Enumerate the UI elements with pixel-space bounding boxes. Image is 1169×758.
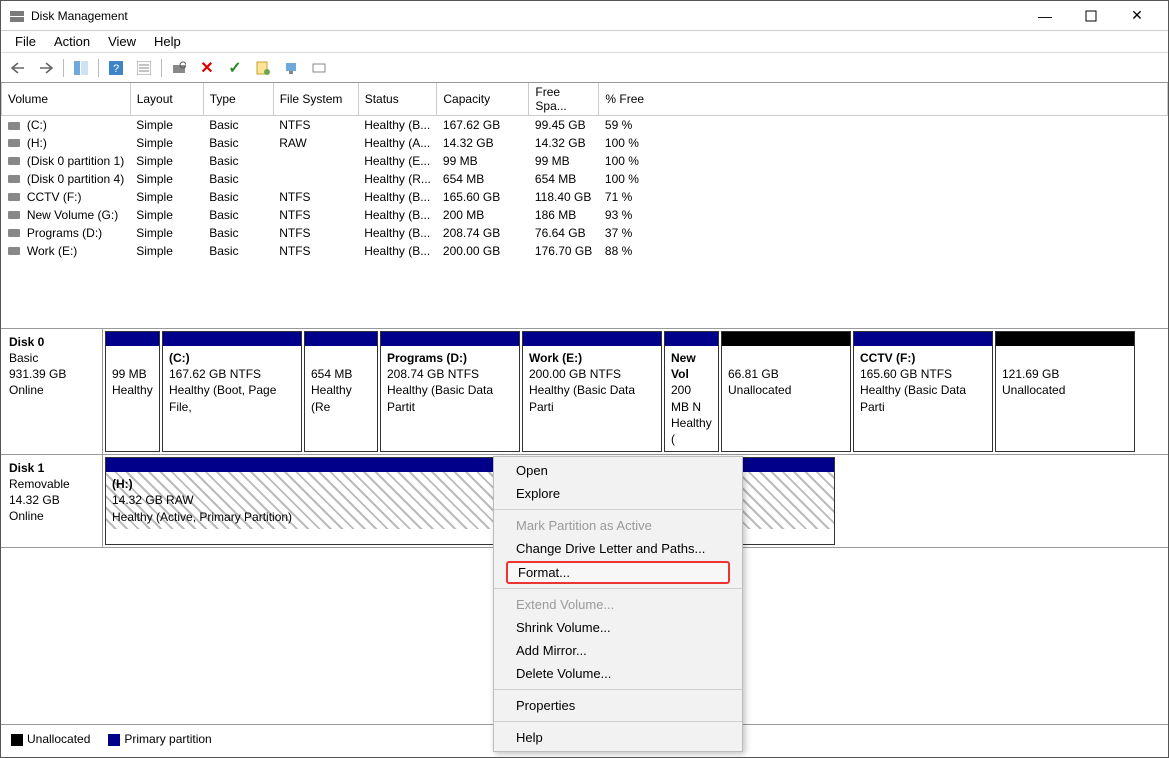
detach-vhd-icon[interactable]: [308, 57, 330, 79]
volume-list[interactable]: Volume Layout Type File System Status Ca…: [1, 83, 1168, 329]
legend-unallocated: Unallocated: [11, 732, 90, 746]
col-type[interactable]: Type: [203, 83, 273, 116]
partition-stripe: [996, 332, 1134, 346]
forward-button[interactable]: [35, 57, 57, 79]
partition-stripe: [665, 332, 718, 346]
minimize-button[interactable]: —: [1022, 1, 1068, 31]
col-capacity[interactable]: Capacity: [437, 83, 529, 116]
cm-properties[interactable]: Properties: [494, 694, 742, 717]
titlebar[interactable]: Disk Management — ✕: [1, 1, 1168, 31]
menu-help[interactable]: Help: [146, 32, 189, 51]
drive-icon: [8, 229, 20, 237]
partition[interactable]: 654 MBHealthy (Re: [304, 331, 378, 452]
app-icon: [9, 8, 25, 24]
check-icon[interactable]: ✓: [224, 57, 246, 79]
partition[interactable]: Work (E:)200.00 GB NTFSHealthy (Basic Da…: [522, 331, 662, 452]
partition-stripe: [523, 332, 661, 346]
partition[interactable]: Programs (D:)208.74 GB NTFSHealthy (Basi…: [380, 331, 520, 452]
cm-add-mirror[interactable]: Add Mirror...: [494, 639, 742, 662]
svg-text:?: ?: [113, 63, 119, 75]
back-button[interactable]: [7, 57, 29, 79]
partition[interactable]: CCTV (F:)165.60 GB NTFSHealthy (Basic Da…: [853, 331, 993, 452]
disk-row-0[interactable]: Disk 0 Basic 931.39 GB Online 99 MBHealt…: [1, 329, 1168, 455]
menu-view[interactable]: View: [100, 32, 144, 51]
volume-row[interactable]: (C:)SimpleBasicNTFSHealthy (B...167.62 G…: [2, 116, 1168, 134]
disk0-info[interactable]: Disk 0 Basic 931.39 GB Online: [1, 329, 103, 454]
cm-sep: [494, 689, 742, 690]
partition-stripe: [106, 332, 159, 346]
maximize-button[interactable]: [1068, 1, 1114, 31]
layout-icon[interactable]: [70, 57, 92, 79]
partition-stripe: [381, 332, 519, 346]
partition[interactable]: 99 MBHealthy: [105, 331, 160, 452]
partition-stripe: [854, 332, 992, 346]
cm-extend-volume: Extend Volume...: [494, 593, 742, 616]
cm-change-drive-letter[interactable]: Change Drive Letter and Paths...: [494, 537, 742, 560]
cm-delete-volume[interactable]: Delete Volume...: [494, 662, 742, 685]
menu-action[interactable]: Action: [46, 32, 98, 51]
volume-row[interactable]: (H:)SimpleBasicRAWHealthy (A...14.32 GB1…: [2, 134, 1168, 152]
col-layout[interactable]: Layout: [130, 83, 203, 116]
new-simple-icon[interactable]: [252, 57, 274, 79]
legend-primary: Primary partition: [108, 732, 211, 746]
rescan-disk-icon[interactable]: [168, 57, 190, 79]
drive-icon: [8, 139, 20, 147]
toolbar: ? ✕ ✓: [1, 53, 1168, 83]
cm-sep: [494, 509, 742, 510]
partition[interactable]: New Vol200 MB NHealthy (: [664, 331, 719, 452]
partition-stripe: [163, 332, 301, 346]
context-menu[interactable]: Open Explore Mark Partition as Active Ch…: [493, 456, 743, 752]
volume-row[interactable]: CCTV (F:)SimpleBasicNTFSHealthy (B...165…: [2, 188, 1168, 206]
settings-icon[interactable]: [133, 57, 155, 79]
partition[interactable]: (C:)167.62 GB NTFSHealthy (Boot, Page Fi…: [162, 331, 302, 452]
col-status[interactable]: Status: [358, 83, 437, 116]
title-text: Disk Management: [31, 9, 128, 23]
volume-header-row[interactable]: Volume Layout Type File System Status Ca…: [2, 83, 1168, 116]
cm-shrink-volume[interactable]: Shrink Volume...: [494, 616, 742, 639]
cm-sep: [494, 721, 742, 722]
cm-sep: [494, 588, 742, 589]
col-volume[interactable]: Volume: [2, 83, 131, 116]
unallocated-partition[interactable]: 66.81 GBUnallocated: [721, 331, 851, 452]
volume-row[interactable]: (Disk 0 partition 1)SimpleBasicHealthy (…: [2, 152, 1168, 170]
drive-icon: [8, 211, 20, 219]
partition-stripe: [722, 332, 850, 346]
disk1-info[interactable]: Disk 1 Removable 14.32 GB Online: [1, 455, 103, 547]
toolbar-separator: [161, 59, 162, 77]
drive-icon: [8, 247, 20, 255]
cm-format[interactable]: Format...: [506, 561, 730, 584]
drive-icon: [8, 175, 20, 183]
volume-row[interactable]: New Volume (G:)SimpleBasicNTFSHealthy (B…: [2, 206, 1168, 224]
drive-icon: [8, 193, 20, 201]
cm-help[interactable]: Help: [494, 726, 742, 749]
help-icon[interactable]: ?: [105, 57, 127, 79]
volume-row[interactable]: Programs (D:)SimpleBasicNTFSHealthy (B..…: [2, 224, 1168, 242]
menu-file[interactable]: File: [7, 32, 44, 51]
drive-icon: [8, 122, 20, 130]
unallocated-partition[interactable]: 121.69 GBUnallocated: [995, 331, 1135, 452]
toolbar-separator: [63, 59, 64, 77]
volume-row[interactable]: Work (E:)SimpleBasicNTFSHealthy (B...200…: [2, 242, 1168, 260]
statusbar: [1, 753, 1168, 757]
delete-icon[interactable]: ✕: [196, 57, 218, 79]
col-percentfree[interactable]: % Free: [599, 83, 1168, 116]
menu-bar: File Action View Help: [1, 31, 1168, 53]
cm-explore[interactable]: Explore: [494, 482, 742, 505]
col-freespace[interactable]: Free Spa...: [529, 83, 599, 116]
col-filesystem[interactable]: File System: [273, 83, 358, 116]
cm-mark-active: Mark Partition as Active: [494, 514, 742, 537]
partition-stripe: [305, 332, 377, 346]
attach-vhd-icon[interactable]: [280, 57, 302, 79]
cm-open[interactable]: Open: [494, 459, 742, 482]
drive-icon: [8, 157, 20, 165]
close-button[interactable]: ✕: [1114, 1, 1160, 31]
volume-row[interactable]: (Disk 0 partition 4)SimpleBasicHealthy (…: [2, 170, 1168, 188]
toolbar-separator: [98, 59, 99, 77]
